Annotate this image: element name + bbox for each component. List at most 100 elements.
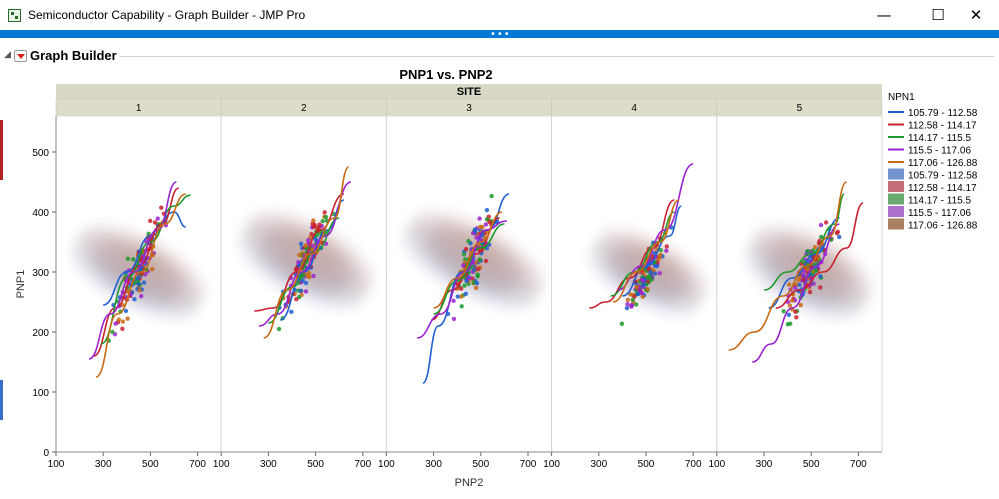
data-point <box>798 302 803 308</box>
data-point <box>797 282 802 288</box>
data-point <box>807 289 813 295</box>
data-point <box>837 234 842 240</box>
data-point <box>477 216 482 221</box>
data-point <box>463 291 469 297</box>
data-point <box>459 304 464 309</box>
red-triangle-menu-icon[interactable] <box>14 50 27 62</box>
data-point <box>311 273 316 279</box>
legend-density-swatch <box>888 193 904 205</box>
y-axis-label: PNP1 <box>15 270 27 299</box>
data-point <box>120 319 126 324</box>
legend-label: 117.06 - 126.88 <box>908 158 978 169</box>
data-point <box>489 193 494 199</box>
disclosure-triangle-icon[interactable]: ◢ <box>4 50 11 60</box>
data-point <box>793 309 798 314</box>
data-point <box>139 293 144 299</box>
data-point <box>475 274 480 279</box>
data-point <box>834 230 840 236</box>
data-point <box>455 294 460 299</box>
data-point <box>461 252 467 257</box>
x-tick-label: 700 <box>354 459 371 470</box>
chart-canvas[interactable]: PNP1 vs. PNP2 SITE 1 2 3 4 5 100 300 500 700 100 3… <box>0 66 999 494</box>
data-point <box>786 282 792 287</box>
data-point <box>141 280 147 285</box>
chart-title: PNP1 vs. PNP2 <box>399 67 492 82</box>
legend-label: 115.5 - 117.06 <box>908 208 971 219</box>
data-point <box>654 263 660 269</box>
data-point <box>116 317 122 322</box>
data-point <box>472 267 477 272</box>
data-point <box>652 271 658 276</box>
data-point <box>323 214 329 220</box>
data-point <box>458 286 464 291</box>
facet-header-label: 1 <box>136 103 142 114</box>
data-point <box>473 285 479 291</box>
x-tick-label: 300 <box>756 459 773 470</box>
x-tick-label: 100 <box>543 459 560 470</box>
data-point <box>786 312 792 317</box>
data-point <box>818 222 824 228</box>
splitter-dots-icon[interactable]: ••• <box>490 29 511 40</box>
minimize-button[interactable]: — <box>861 0 907 30</box>
data-point <box>463 246 469 252</box>
y-tick-label: 100 <box>32 388 49 399</box>
legend-label: 112.58 - 114.17 <box>908 183 977 194</box>
outline-title[interactable]: Graph Builder <box>30 48 117 63</box>
data-point <box>664 248 669 253</box>
data-point <box>781 309 786 314</box>
data-point <box>137 288 142 293</box>
data-point <box>619 321 625 326</box>
outline-rule <box>120 56 994 57</box>
data-point <box>296 260 301 265</box>
data-point <box>298 288 304 294</box>
x-tick-label: 500 <box>638 459 655 470</box>
data-point <box>148 218 153 224</box>
data-point <box>472 227 478 232</box>
legend-label: 105.79 - 112.58 <box>908 171 978 182</box>
data-point <box>645 286 650 292</box>
data-point <box>135 276 141 281</box>
legend-title: NPN1 <box>888 92 915 103</box>
legend-label: 105.79 - 112.58 <box>908 108 978 119</box>
data-point <box>125 256 131 262</box>
x-tick-label: 700 <box>520 459 537 470</box>
data-point <box>152 220 158 225</box>
y-tick-label: 400 <box>32 208 49 219</box>
data-point <box>311 224 317 230</box>
x-tick-label: 300 <box>425 459 442 470</box>
x-tick-label: 500 <box>472 459 489 470</box>
data-point <box>132 296 137 302</box>
data-point <box>131 257 136 262</box>
data-point <box>150 266 155 272</box>
data-point <box>640 278 645 283</box>
graph-builder-plot[interactable]: PNP1 vs. PNP2 SITE 1 2 3 4 5 100 300 500 700 100 3… <box>0 66 999 494</box>
data-point <box>648 269 653 275</box>
x-tick-label: 100 <box>378 459 395 470</box>
data-point <box>801 273 806 279</box>
data-point <box>110 329 115 335</box>
data-point <box>123 308 129 314</box>
x-tick-label: 700 <box>685 459 702 470</box>
data-point <box>125 316 130 321</box>
legend-label: 115.5 - 117.06 <box>908 146 971 157</box>
data-point <box>624 305 630 311</box>
data-point <box>474 281 480 286</box>
y-tick-label: 200 <box>32 328 49 339</box>
data-point <box>303 243 308 248</box>
data-point <box>120 326 125 331</box>
data-point <box>790 298 795 303</box>
facet-header-label: 5 <box>797 103 803 114</box>
data-point <box>113 321 118 326</box>
data-point <box>477 257 482 262</box>
x-axis-label: PNP2 <box>455 477 484 489</box>
data-point <box>276 326 282 332</box>
data-point <box>639 290 645 296</box>
data-point <box>136 282 142 287</box>
x-tick-label: 500 <box>142 459 159 470</box>
data-point <box>657 270 662 276</box>
legend-label: 114.17 - 115.5 <box>908 196 971 207</box>
data-point <box>785 322 791 327</box>
data-point <box>818 274 823 279</box>
data-point <box>629 302 635 308</box>
close-button[interactable]: ✕ <box>953 0 999 30</box>
